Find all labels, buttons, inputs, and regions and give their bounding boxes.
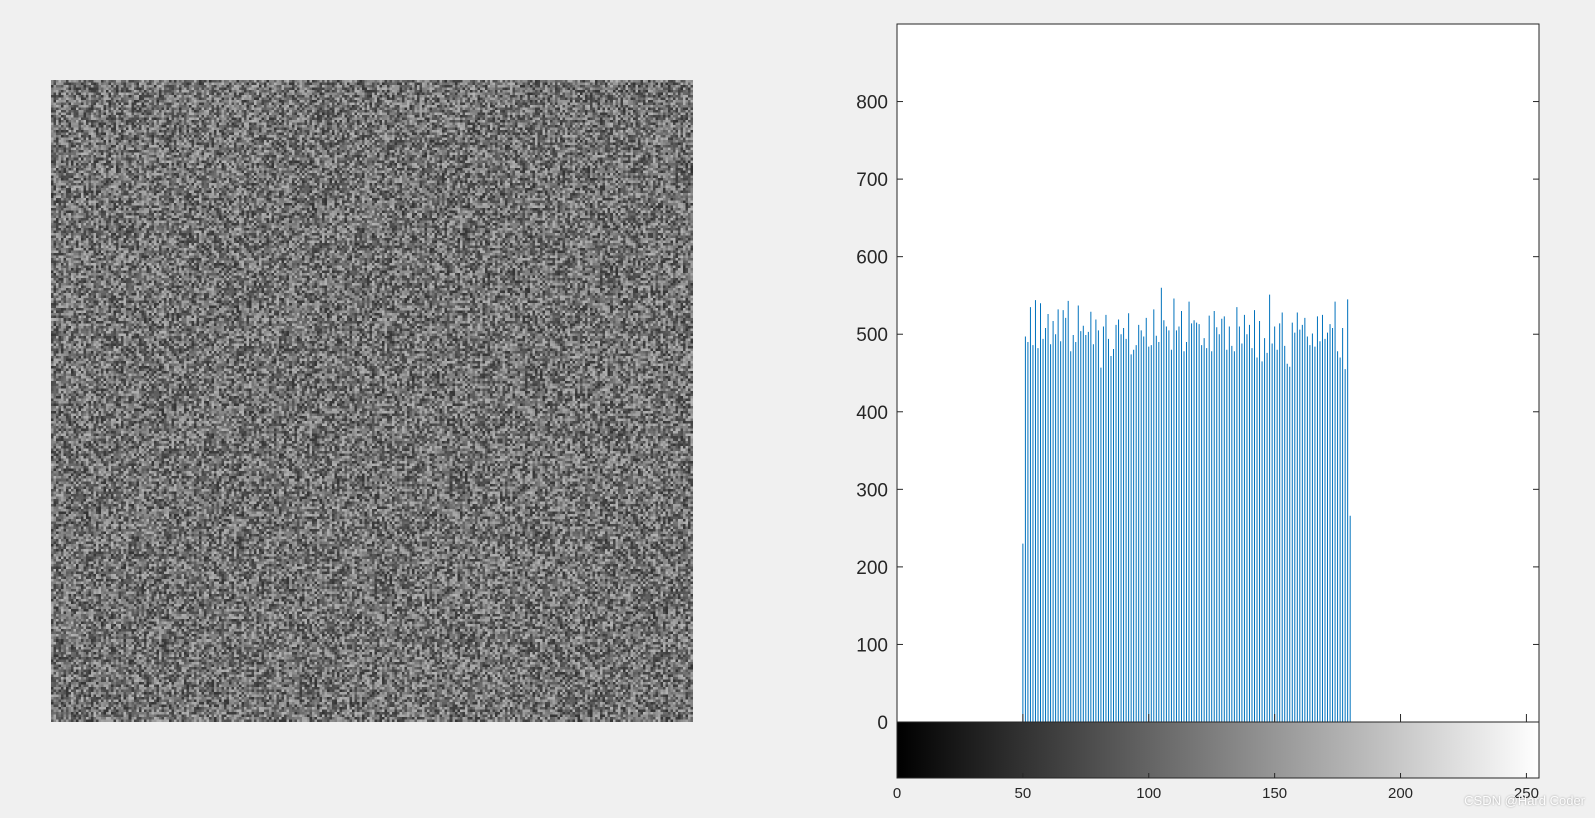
y-tick-label: 800 — [856, 93, 888, 114]
y-tick-label: 500 — [856, 325, 888, 346]
axes-background — [897, 24, 1539, 722]
y-tick-label: 600 — [856, 248, 888, 269]
watermark-text: CSDN @Hard Coder — [1464, 793, 1585, 808]
x-tick-label: 50 — [1015, 785, 1032, 802]
y-tick-label: 400 — [856, 403, 888, 424]
gray-colorbar — [897, 722, 1539, 778]
histogram-chart: 0100200300400500600700800 0 50 100 150 200 25… — [856, 23, 1540, 802]
y-tick-label: 100 — [856, 635, 888, 656]
figure-window: 0 100 200 300 400 500 600 700 800 0 50 100 150 200 25… — [0, 0, 1595, 818]
y-tick-label: 200 — [856, 558, 888, 579]
x-tick-label: 200 — [1388, 785, 1413, 802]
y-tick-label: 0 — [877, 713, 888, 734]
x-tick-label: 0 — [893, 785, 901, 802]
x-tick-label: 100 — [1136, 785, 1161, 802]
y-tick-label: 300 — [856, 480, 888, 501]
x-tick-label: 150 — [1262, 785, 1287, 802]
y-tick-label: 700 — [856, 170, 888, 191]
